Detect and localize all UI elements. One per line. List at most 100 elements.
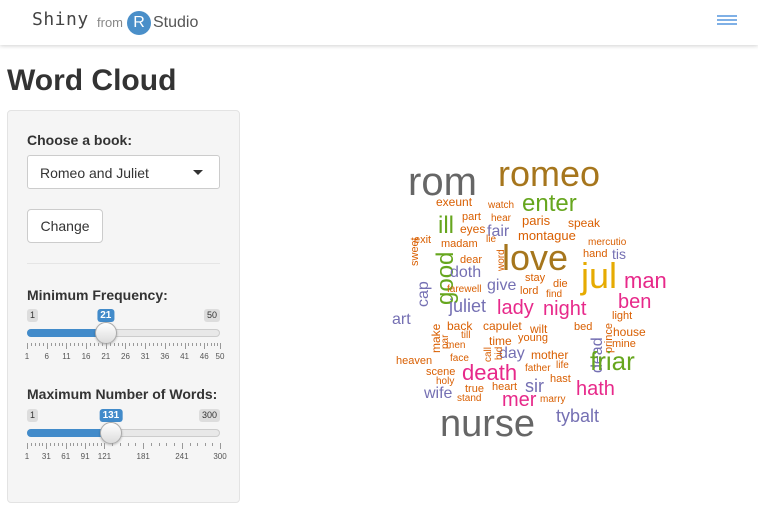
slider-tick-label: 181 xyxy=(136,452,150,461)
slider-minor-tick xyxy=(54,443,56,446)
cloud-word: nurse xyxy=(440,403,536,445)
slider-tick xyxy=(145,343,147,349)
slider-minor-tick xyxy=(121,343,123,346)
slider-minor-tick xyxy=(30,343,32,346)
slider-minor-tick xyxy=(81,443,83,446)
slider-minor-tick xyxy=(210,343,212,346)
caret-down-icon xyxy=(193,170,203,175)
min-frequency-slider[interactable]: 1 50 21 1 6 11 16 21 26 31 36 41 46 50 xyxy=(24,309,224,379)
slider-minor-tick xyxy=(129,343,131,346)
slider-minor-tick xyxy=(97,343,99,346)
slider-minor-tick xyxy=(213,343,215,346)
slider-minor-tick xyxy=(58,343,60,346)
slider-tick xyxy=(85,443,87,449)
book-select[interactable]: Romeo and Juliet xyxy=(27,155,220,189)
cloud-word: stay xyxy=(525,272,546,284)
slider-tick-label: 21 xyxy=(101,352,111,361)
slider-tick xyxy=(184,343,186,349)
slider-minor-tick xyxy=(82,343,84,346)
slider-minor-tick xyxy=(180,343,182,346)
slider-tick-label: 11 xyxy=(62,352,71,361)
change-button[interactable]: Change xyxy=(27,209,103,243)
cloud-word: man xyxy=(624,268,667,293)
top-navbar: Shiny from R Studio xyxy=(0,0,758,45)
slider-tick-label: 241 xyxy=(175,452,189,461)
slider-fill xyxy=(27,429,111,437)
slider-tick-label: 300 xyxy=(213,452,227,461)
brand-studio-text: Studio xyxy=(153,14,199,31)
cloud-word: hath xyxy=(576,378,615,400)
slider-handle[interactable] xyxy=(99,422,122,444)
slider-minor-tick xyxy=(101,343,103,346)
slider-grid: 1 6 11 16 21 26 31 36 41 46 50 xyxy=(24,343,224,363)
slider-minor-tick xyxy=(133,343,135,346)
cloud-word: art xyxy=(392,311,411,328)
cloud-word: cap xyxy=(415,281,432,307)
slider-minor-tick xyxy=(90,343,92,346)
slider-minor-tick xyxy=(70,343,72,346)
min-frequency-label: Minimum Frequency: xyxy=(27,287,168,303)
slider-minor-tick xyxy=(168,343,170,346)
slider-max-label: 300 xyxy=(198,409,220,422)
slider-minor-tick xyxy=(174,443,176,446)
slider-tick-label: 1 xyxy=(24,352,30,361)
slider-minor-tick xyxy=(212,443,214,446)
sidebar-panel: Choose a book: Romeo and Juliet Change M… xyxy=(7,110,240,503)
slider-tick-label: 36 xyxy=(160,352,170,361)
cloud-word: tybalt xyxy=(556,406,600,426)
slider-minor-tick xyxy=(96,443,98,446)
book-select-value: Romeo and Juliet xyxy=(40,165,149,181)
slider-minor-tick xyxy=(93,343,95,346)
slider-minor-tick xyxy=(34,343,36,346)
cloud-word: lie xyxy=(486,234,497,245)
slider-tick xyxy=(204,343,206,349)
slider-tick-label: 41 xyxy=(180,352,189,361)
slider-tick-label: 91 xyxy=(80,452,90,461)
slider-minor-tick xyxy=(137,343,139,346)
cloud-word: watch xyxy=(488,200,515,211)
slider-minor-tick xyxy=(112,443,114,446)
cloud-word: bid xyxy=(494,346,505,360)
cloud-word: father xyxy=(525,363,551,374)
cloud-word: paris xyxy=(522,213,551,228)
slider-minor-tick xyxy=(149,343,151,346)
slider-tick-label: 6 xyxy=(44,352,49,361)
cloud-word: eyes xyxy=(460,222,486,236)
divider xyxy=(27,263,220,264)
hamburger-menu-icon[interactable] xyxy=(717,15,737,27)
brand-shiny-text: Shiny xyxy=(32,9,89,30)
slider-tick xyxy=(181,443,183,449)
cloud-word: ben xyxy=(618,291,652,313)
slider-tick-label: 61 xyxy=(61,452,71,461)
cloud-word: exit xyxy=(414,234,432,246)
cloud-word: doth xyxy=(450,264,482,281)
brand-from-text: from xyxy=(97,15,123,30)
slider-minor-tick xyxy=(54,343,56,346)
slider-minor-tick xyxy=(156,343,158,346)
slider-minor-tick xyxy=(92,443,94,446)
r-logo-icon: R xyxy=(127,11,151,35)
slider-tick xyxy=(46,343,48,349)
slider-minor-tick xyxy=(100,443,102,446)
slider-tick xyxy=(164,343,166,349)
cloud-word: night xyxy=(543,298,587,320)
slider-grid: 1 31 61 91 121 181 241 300 xyxy=(25,443,227,463)
slider-value-label: 21 xyxy=(97,309,115,322)
slider-minor-tick xyxy=(216,343,218,346)
cloud-word: give xyxy=(487,277,517,294)
slider-min-label: 1 xyxy=(27,409,39,422)
max-words-slider[interactable]: 1 300 131 1 31 61 91 121 181 241 300 xyxy=(25,409,227,479)
slider-tick xyxy=(125,343,127,349)
cloud-word: jul xyxy=(581,255,618,296)
cloud-word: young xyxy=(518,332,548,344)
cloud-word: exeunt xyxy=(436,195,473,209)
slider-tick xyxy=(27,443,28,449)
slider-minor-tick xyxy=(38,443,40,446)
cloud-word: bed xyxy=(574,321,593,333)
slider-tick-label: 50 xyxy=(215,352,225,361)
slider-minor-tick xyxy=(153,343,155,346)
slider-tick xyxy=(65,443,67,449)
slider-handle[interactable] xyxy=(94,322,117,344)
cloud-word: wife xyxy=(424,385,453,402)
slider-minor-tick xyxy=(38,343,40,346)
